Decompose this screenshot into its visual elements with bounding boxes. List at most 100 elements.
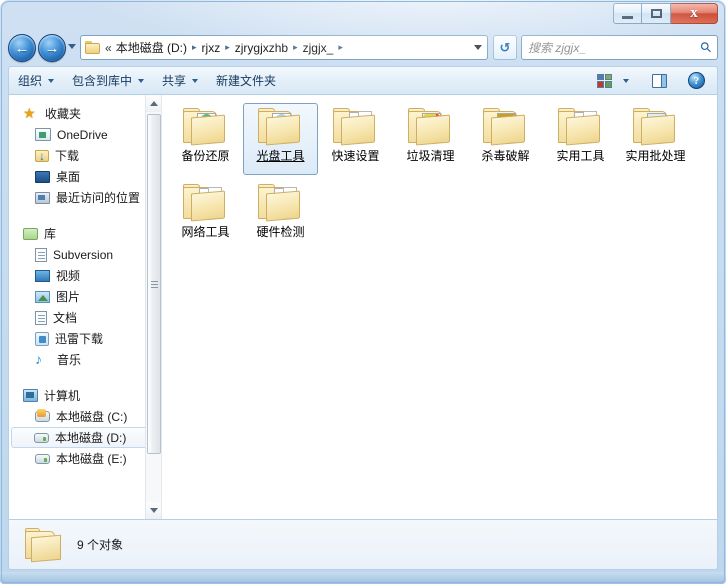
sidebar-item-music[interactable]: ♪ 音乐 [9, 349, 161, 370]
navigation-tree: ★ 收藏夹 OneDrive 下载 桌面 [9, 95, 161, 469]
video-icon [35, 269, 50, 282]
search-input[interactable]: 搜索 zjgjx_ [528, 39, 701, 56]
explorer-window: x ← → « 本地磁盘 (D:) ▸ rjxz ▸ zjrygjxzhb ▸ … [0, 0, 726, 584]
scroll-down-button[interactable] [146, 502, 161, 519]
folder-icon [632, 108, 679, 146]
maximize-icon [650, 9, 662, 18]
sidebar-item-label: 本地磁盘 (D:) [55, 431, 127, 445]
sidebar-item-recent-places[interactable]: 最近访问的位置 [9, 187, 161, 208]
breadcrumb-separator[interactable]: ▸ [334, 42, 347, 53]
sidebar-item-label: 文档 [53, 311, 78, 325]
nav-header-label: 计算机 [44, 389, 81, 403]
document-icon [35, 310, 47, 325]
breadcrumb-overflow[interactable]: « [104, 41, 115, 55]
navigation-pane: ★ 收藏夹 OneDrive 下载 桌面 [9, 95, 162, 519]
recent-pages-dropdown-icon[interactable] [68, 44, 76, 49]
folder-item-label: 杀毒破解 [481, 149, 530, 163]
share-with-label: 共享 [162, 74, 187, 88]
folder-item-wangluogongju[interactable]: 网络工具 [168, 179, 243, 251]
sidebar-item-label: 最近访问的位置 [56, 191, 141, 205]
address-bar[interactable]: « 本地磁盘 (D:) ▸ rjxz ▸ zjrygjxzhb ▸ zjgjx_… [80, 35, 488, 60]
sidebar-item-label: Subversion [53, 247, 114, 262]
window-controls: x [613, 3, 718, 24]
sidebar-item-subversion[interactable]: Subversion [9, 244, 161, 265]
star-icon: ★ [23, 104, 36, 121]
minimize-icon [622, 15, 633, 19]
command-bar-right: ? [593, 69, 717, 92]
folder-item-shiyonggongju[interactable]: 实用工具 [543, 103, 618, 175]
share-with-button[interactable]: 共享 [153, 69, 207, 92]
sidebar-item-label: 迅雷下载 [55, 332, 104, 346]
minimize-button[interactable] [613, 3, 642, 24]
command-bar: 组织 包含到库中 共享 新建文件夹 ? [8, 66, 718, 95]
title-bar: x [0, 0, 726, 30]
sidebar-item-drive-d[interactable]: 本地磁盘 (D:) [11, 427, 157, 448]
maximize-button[interactable] [642, 3, 671, 24]
status-item-count: 9 个对象 [77, 538, 124, 552]
window-bottom-edge [0, 572, 726, 584]
chevron-down-icon [48, 78, 55, 83]
back-button[interactable]: ← [8, 34, 36, 62]
breadcrumb-item-zjgjx[interactable]: zjgjx_ [302, 41, 335, 55]
nav-header-computer[interactable]: 计算机 [9, 385, 161, 406]
include-in-library-label: 包含到库中 [72, 74, 133, 88]
sidebar-item-label: 本地磁盘 (E:) [56, 452, 127, 466]
sidebar-item-drive-e[interactable]: 本地磁盘 (E:) [9, 448, 161, 469]
breadcrumb-item-drive[interactable]: 本地磁盘 (D:) [115, 39, 188, 56]
sidebar-item-downloads[interactable]: 下载 [9, 145, 161, 166]
breadcrumb-separator[interactable]: ▸ [289, 42, 302, 53]
sidebar-item-documents[interactable]: 文档 [9, 307, 161, 328]
sidebar-item-drive-c[interactable]: 本地磁盘 (C:) [9, 406, 161, 427]
items-grid: 备份还原 光盘工具 快速设置 垃圾清理 杀毒破解 实用工具 实用批处理 网络工具… [168, 103, 717, 255]
file-list-view[interactable]: 备份还原 光盘工具 快速设置 垃圾清理 杀毒破解 实用工具 实用批处理 网络工具… [162, 95, 717, 519]
nav-header-favorites[interactable]: ★ 收藏夹 [9, 103, 161, 124]
include-in-library-button[interactable]: 包含到库中 [63, 69, 153, 92]
breadcrumb-separator[interactable]: ▸ [221, 42, 234, 53]
chevron-down-icon[interactable] [474, 45, 482, 50]
preview-pane-icon [652, 73, 667, 88]
music-icon: ♪ [35, 350, 42, 367]
chevron-down-icon [192, 78, 199, 83]
change-view-dropdown[interactable] [619, 69, 633, 92]
folder-icon [557, 108, 604, 146]
folder-item-label: 备份还原 [181, 149, 230, 163]
folder-item-kuaisushezhi[interactable]: 快速设置 [318, 103, 393, 175]
change-view-button[interactable] [593, 69, 616, 92]
explorer-body: ★ 收藏夹 OneDrive 下载 桌面 [8, 95, 718, 520]
sidebar-item-label: 本地磁盘 (C:) [56, 410, 128, 424]
sidebar-item-pictures[interactable]: 图片 [9, 286, 161, 307]
sidebar-item-videos[interactable]: 视频 [9, 265, 161, 286]
back-arrow-icon: ← [14, 39, 30, 57]
folder-item-lajiqingli[interactable]: 垃圾清理 [393, 103, 468, 175]
scrollbar-thumb[interactable] [147, 114, 161, 454]
folder-item-yingjianjiance[interactable]: 硬件检测 [243, 179, 318, 251]
breadcrumb-separator[interactable]: ▸ [188, 42, 201, 53]
close-button[interactable]: x [671, 3, 718, 24]
folder-item-shadupojie[interactable]: 杀毒破解 [468, 103, 543, 175]
forward-button[interactable]: → [38, 34, 66, 62]
folder-item-guangpangongju[interactable]: 光盘工具 [243, 103, 318, 175]
sidebar-item-desktop[interactable]: 桌面 [9, 166, 161, 187]
sidebar-item-label: 桌面 [56, 170, 81, 184]
refresh-button[interactable]: ↺ [493, 35, 517, 60]
recent-places-icon [35, 191, 50, 204]
breadcrumb-item-rjxz[interactable]: rjxz [201, 41, 222, 55]
organize-button[interactable]: 组织 [9, 69, 63, 92]
help-button[interactable]: ? [684, 69, 709, 92]
sidebar-item-onedrive[interactable]: OneDrive [9, 124, 161, 145]
navigation-pane-scrollbar[interactable] [145, 95, 161, 519]
sidebar-item-xunlei-downloads[interactable]: 迅雷下载 [9, 328, 161, 349]
drive-icon [34, 432, 49, 443]
preview-pane-button[interactable] [648, 69, 671, 92]
refresh-icon: ↺ [499, 39, 511, 55]
scroll-up-button[interactable] [146, 95, 161, 112]
nav-header-libraries[interactable]: 库 [9, 223, 161, 244]
nav-group-libraries: 库 Subversion 视频 图片 文档 迅雷下载 ♪ 音乐 [9, 223, 161, 370]
folder-item-shiyongpichuli[interactable]: 实用批处理 [618, 103, 693, 175]
search-box[interactable]: 搜索 zjgjx_ ⚲ [521, 35, 718, 60]
new-folder-button[interactable]: 新建文件夹 [207, 69, 285, 92]
sidebar-item-label: 视频 [56, 269, 81, 283]
breadcrumb-item-zjrygjxzhb[interactable]: zjrygjxzhb [234, 41, 289, 55]
folder-item-beifenhuanyuan[interactable]: 备份还原 [168, 103, 243, 175]
